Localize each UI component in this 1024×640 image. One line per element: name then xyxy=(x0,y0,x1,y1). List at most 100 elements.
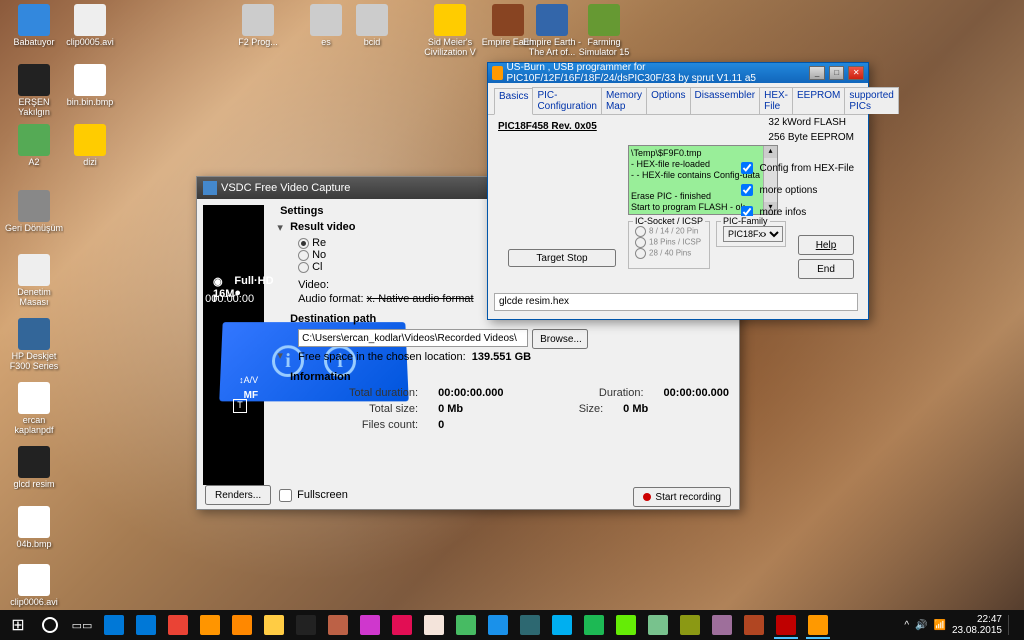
taskbar-app10[interactable] xyxy=(738,611,770,639)
desktop-icon[interactable]: Sid Meier's Civilization V xyxy=(420,4,480,54)
tab-memory-map[interactable]: Memory Map xyxy=(601,87,647,114)
ic-option[interactable]: 18 Pins / ICSP xyxy=(635,237,703,248)
taskbar-vlc[interactable] xyxy=(226,611,258,639)
taskbar-app6[interactable] xyxy=(610,611,642,639)
desktop-icon[interactable]: clip0005.avi xyxy=(60,4,120,54)
volume-icon[interactable]: 🔊 xyxy=(915,620,927,631)
taskbar-app7[interactable] xyxy=(642,611,674,639)
taskbar-app9[interactable] xyxy=(706,611,738,639)
tab-disassembler[interactable]: Disassembler xyxy=(690,87,761,114)
desktop-icon[interactable]: Denetim Masası xyxy=(4,254,64,304)
desktop-icon[interactable]: clip0006.avi xyxy=(4,564,64,614)
help-button[interactable]: Help xyxy=(798,235,854,255)
desktop-icon[interactable]: dizi xyxy=(60,124,120,174)
taskbar-skype[interactable] xyxy=(546,611,578,639)
system-tray[interactable]: ^ 🔊 📶 22:47 23.08.2015 xyxy=(904,614,1022,636)
desktop-icon[interactable]: bcid xyxy=(342,4,402,54)
chevron-down-icon[interactable]: ▾ xyxy=(274,221,286,234)
taskbar-app4[interactable] xyxy=(482,611,514,639)
pic-family-select[interactable]: PIC18Fxxx xyxy=(723,226,783,242)
desktop-icon[interactable]: ERŞEN Yakılgın xyxy=(4,64,64,114)
taskbar-np[interactable] xyxy=(354,611,386,639)
av-indicator: ↕A/V xyxy=(239,375,258,385)
desktop-icon[interactable]: 04b.bmp xyxy=(4,506,64,556)
taskbar-app1[interactable] xyxy=(386,611,418,639)
tab-options[interactable]: Options xyxy=(646,87,690,114)
taskbar-app2[interactable] xyxy=(418,611,450,639)
taskbar-usburn[interactable] xyxy=(802,611,834,639)
taskbar-spotify[interactable] xyxy=(578,611,610,639)
desktop-icon[interactable]: F2 Prog... xyxy=(228,4,288,54)
vsdc-app-icon xyxy=(203,181,217,195)
end-button[interactable]: End xyxy=(798,259,854,279)
minimize-button[interactable]: _ xyxy=(809,66,825,80)
desktop-icon[interactable]: Babatuyor xyxy=(4,4,64,54)
show-desktop-button[interactable] xyxy=(1008,615,1016,635)
ic-option[interactable]: 8 / 14 / 20 Pin xyxy=(635,226,703,237)
taskbar-calc[interactable] xyxy=(322,611,354,639)
desktop-icon[interactable]: A2 xyxy=(4,124,64,174)
audio-format-value: x. Native audio format xyxy=(367,293,474,305)
timecode: 000:00:00 xyxy=(205,293,254,305)
maximize-button[interactable]: □ xyxy=(829,66,845,80)
desktop-icon[interactable]: Geri Dönüşüm xyxy=(4,190,64,240)
check-more-options[interactable]: more options xyxy=(737,181,854,199)
fullscreen-checkbox[interactable]: Fullscreen xyxy=(275,486,348,505)
taskbar-explorer[interactable] xyxy=(258,611,290,639)
audio-format-label: Audio format: xyxy=(298,293,363,305)
scroll-up-icon[interactable]: ▴ xyxy=(764,146,777,158)
taskbar-firefox[interactable] xyxy=(194,611,226,639)
check-config-from-hex-file[interactable]: Config from HEX-File xyxy=(737,159,854,177)
pic-family-fieldset: PIC-Family PIC18Fxxx xyxy=(716,221,786,247)
usburn-window: US-Burn , USB programmer for PIC10F/12F/… xyxy=(487,62,869,320)
desktop-icon[interactable]: HP Deskjet F300 Series xyxy=(4,318,64,368)
desktop-icon[interactable]: Empire Earth - The Art of... xyxy=(522,4,582,54)
taskbar-taskview[interactable]: ▭▭ xyxy=(66,611,98,639)
destination-path-input[interactable] xyxy=(298,329,528,347)
close-button[interactable]: ✕ xyxy=(848,66,864,80)
taskbar-app8[interactable] xyxy=(674,611,706,639)
information-header: Information xyxy=(290,371,729,383)
vsdc-title-text: VSDC Free Video Capture xyxy=(221,182,350,194)
t-icon: T xyxy=(233,399,247,413)
renders-button[interactable]: Renders... xyxy=(205,485,271,505)
flash-info: 32 kWord FLASH xyxy=(768,117,854,128)
eeprom-info: 256 Byte EEPROM xyxy=(768,132,854,143)
taskbar-app3[interactable] xyxy=(450,611,482,639)
desktop-icon[interactable]: bin.bin.bmp xyxy=(60,64,120,114)
target-stop-button[interactable]: Target Stop xyxy=(508,249,616,267)
taskbar-store[interactable] xyxy=(98,611,130,639)
taskbar-cortana[interactable] xyxy=(34,611,66,639)
taskbar-start[interactable]: ⊞ xyxy=(2,611,34,639)
tab-pic-configuration[interactable]: PIC-Configuration xyxy=(532,87,601,114)
hex-file-path[interactable]: glcde resim.hex xyxy=(494,293,858,311)
tab-eeprom[interactable]: EEPROM xyxy=(792,87,845,114)
usburn-titlebar[interactable]: US-Burn , USB programmer for PIC10F/12F/… xyxy=(488,63,868,83)
freespace-value: 139.551 GB xyxy=(472,351,531,363)
taskbar-steam[interactable] xyxy=(290,611,322,639)
tray-chevron-icon[interactable]: ^ xyxy=(904,620,909,631)
tab-hex-file[interactable]: HEX-File xyxy=(759,87,793,114)
ic-option[interactable]: 28 / 40 Pins xyxy=(635,248,703,259)
taskbar: ⊞ ▭▭ ^ 🔊 📶 22:47 23.08.2015 xyxy=(0,610,1024,640)
network-icon[interactable]: 📶 xyxy=(933,620,945,631)
taskbar-app5[interactable] xyxy=(514,611,546,639)
start-recording-button[interactable]: Start recording xyxy=(633,487,731,507)
desktop-icon[interactable]: Farming Simulator 15 xyxy=(574,4,634,54)
freespace-label: Free space in the chosen location: xyxy=(298,351,466,363)
tab-supported-pics[interactable]: supported PICs xyxy=(844,87,898,114)
usburn-title-text: US-Burn , USB programmer for PIC10F/12F/… xyxy=(507,62,802,84)
taskbar-edge[interactable] xyxy=(130,611,162,639)
ic-socket-fieldset: IC-Socket / ICSP 8 / 14 / 20 Pin18 Pins … xyxy=(628,221,710,269)
usburn-app-icon xyxy=(492,66,503,80)
tab-basics[interactable]: Basics xyxy=(494,88,533,115)
taskbar-clock[interactable]: 22:47 23.08.2015 xyxy=(952,614,1002,636)
taskbar-chrome[interactable] xyxy=(162,611,194,639)
desktop-icon[interactable]: ercan kaplanpdf xyxy=(4,382,64,432)
taskbar-filezilla[interactable] xyxy=(770,611,802,639)
desktop-icon[interactable]: glcd resim xyxy=(4,446,64,496)
tab-bar: BasicsPIC-ConfigurationMemory MapOptions… xyxy=(488,83,868,115)
chevron-down-icon[interactable]: ▾ xyxy=(274,349,286,362)
browse-button[interactable]: Browse... xyxy=(532,329,588,349)
record-icon xyxy=(643,493,651,501)
